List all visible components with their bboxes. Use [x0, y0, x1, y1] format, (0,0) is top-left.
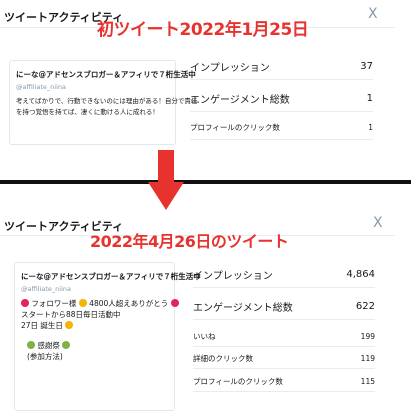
top-close-icon[interactable]: X [368, 6, 378, 22]
top-date-overlay: 初ツイート2022年1月25日 [97, 20, 309, 40]
bottom-tweet-line: 27日 誕生日 [21, 320, 168, 331]
metric-value: 4,864 [346, 269, 375, 280]
bottom-tweet-line1b: 4800人超えありがとう [89, 299, 169, 308]
smiley-emoji-icon [65, 321, 74, 329]
section-divider [0, 180, 411, 184]
smiley-emoji-icon [27, 341, 35, 349]
bottom-metric-likes: いいね 199 [193, 327, 375, 347]
top-tweet-author: にーな@アドセンスブロガー＆アフィリで７桁生活中 [16, 70, 196, 79]
bottom-close-icon[interactable]: X [373, 215, 383, 231]
bottom-tweet-line: (参加方法) [27, 352, 63, 361]
smiley-emoji-icon [78, 299, 87, 307]
heart-emoji-icon [21, 299, 29, 307]
top-tweet-line: を持つ覚悟を持てば、凄くに動ける人に成れる！ [16, 108, 159, 116]
metric-value: 199 [360, 332, 375, 341]
top-tweet-text: 考えてばかりで、行動できないのには理由がある！自分で責任 を持つ覚悟を持てば、凄… [16, 96, 198, 118]
bottom-tweet-line4: 感謝祭 [37, 341, 60, 350]
bottom-tweet-line: フォロワー様 4800人超えありがとう [21, 298, 179, 309]
top-metric-engagements: エンゲージメント総数 1 [190, 86, 373, 112]
bottom-tweet-handle: @affiliate_niina [21, 285, 71, 293]
metric-value: 119 [360, 354, 375, 363]
metric-label: 詳細のクリック数 [193, 354, 253, 363]
bottom-tweet-author: にーな@アドセンスブロガー＆アフィリで７桁生活中 [21, 272, 201, 281]
bottom-tweet-line1a: フォロワー様 [31, 299, 77, 308]
down-arrow-icon [148, 150, 184, 210]
metric-value: 37 [360, 61, 373, 72]
metric-label: エンゲージメント総数 [190, 95, 290, 106]
bottom-metric-detail-clicks: 詳細のクリック数 119 [193, 349, 375, 369]
top-tweet-line: 考えてばかりで、行動できないのには理由がある！自分で責任 [16, 97, 198, 105]
metric-label: エンゲージメント総数 [193, 303, 293, 314]
bottom-tweet-text: フォロワー様 4800人超えありがとう スタートから88日毎日活動中 27日 誕… [21, 298, 179, 362]
metric-label: プロフィールのクリック数 [190, 123, 280, 132]
metric-value: 115 [360, 377, 375, 386]
bottom-date-overlay: 2022年4月26日のツイート [90, 232, 289, 251]
metric-value: 1 [366, 93, 373, 104]
bottom-tweet-line: スタートから88日毎日活動中 [21, 310, 121, 319]
top-metric-impressions: インプレッション 37 [190, 54, 373, 80]
bottom-metric-impressions: インプレッション 4,864 [193, 262, 375, 288]
heart-emoji-icon [170, 299, 179, 307]
metric-label: プロフィールのクリック数 [193, 377, 283, 386]
metric-value: 622 [355, 301, 375, 312]
bottom-metric-engagements: エンゲージメント総数 622 [193, 294, 375, 320]
metric-value: 1 [368, 123, 373, 132]
top-tweet-handle: @affiliate_niina [16, 83, 66, 91]
top-tweet-card[interactable]: にーな@アドセンスブロガー＆アフィリで７桁生活中 @affiliate_niin… [9, 60, 198, 145]
top-metric-profile-clicks: プロフィールのクリック数 1 [190, 116, 373, 140]
bottom-tweet-card[interactable]: にーな@アドセンスブロガー＆アフィリで７桁生活中 @affiliate_niin… [14, 262, 201, 411]
bottom-tweet-line: 感謝祭 [21, 340, 168, 351]
bottom-tweet-line3: 27日 誕生日 [21, 321, 63, 330]
bottom-metric-profile-clicks: プロフィールのクリック数 115 [193, 372, 375, 392]
metric-label: いいね [193, 332, 216, 341]
metric-label: インプレッション [193, 271, 273, 282]
smiley-emoji-icon [62, 341, 71, 349]
metric-label: インプレッション [190, 63, 270, 74]
